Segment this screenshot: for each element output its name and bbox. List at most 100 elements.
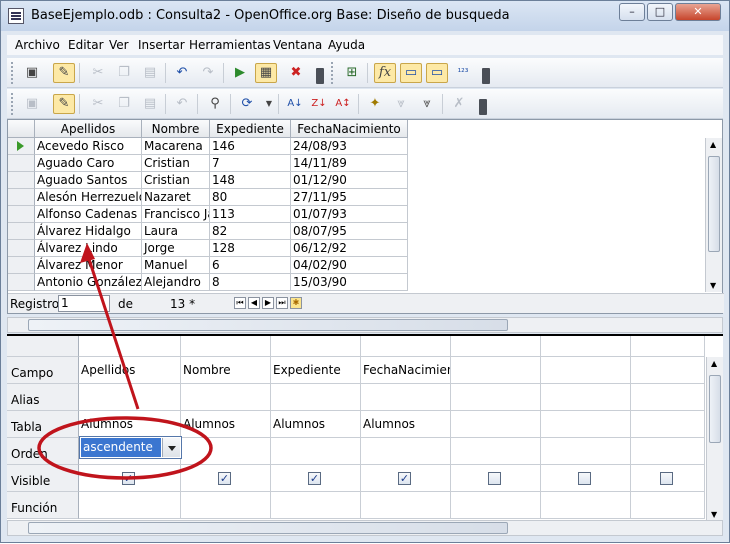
menu-ventana[interactable]: Ventana	[273, 38, 322, 52]
scroll-thumb[interactable]	[708, 156, 720, 252]
design-cell[interactable]	[631, 438, 705, 465]
first-record-icon[interactable]: ⏮	[234, 297, 246, 309]
results-vertical-scrollbar[interactable]: ▲ ▼	[705, 138, 722, 292]
toolbar-more-icon[interactable]	[482, 68, 490, 84]
find-record-icon[interactable]: ⚲	[204, 94, 226, 114]
sort-descending-icon[interactable]: Z↓	[308, 94, 330, 114]
cell-expediente[interactable]: 82	[210, 223, 291, 240]
order-dropdown[interactable]: ascendente	[79, 436, 182, 459]
design-column-header[interactable]	[181, 336, 271, 357]
design-cell[interactable]	[451, 384, 541, 411]
cell-expediente[interactable]: 80	[210, 189, 291, 206]
copy-icon[interactable]: ❐	[113, 94, 135, 114]
design-cell[interactable]	[631, 357, 705, 384]
cell-nombre[interactable]: Nazaret	[142, 189, 210, 206]
cell-fecha[interactable]: 15/03/90	[291, 274, 408, 291]
toolbar-more-icon[interactable]	[479, 99, 487, 115]
cell-nombre[interactable]: Manuel	[142, 257, 210, 274]
design-cell[interactable]	[631, 411, 705, 438]
column-header-nombre[interactable]: Nombre	[142, 120, 210, 138]
design-cell[interactable]	[271, 492, 361, 519]
cut-icon[interactable]: ✂	[87, 94, 109, 114]
toolbar-more-icon[interactable]	[316, 68, 324, 84]
column-header-fechanacimiento[interactable]: FechaNacimiento	[291, 120, 408, 138]
design-cell[interactable]	[451, 492, 541, 519]
design-cell[interactable]	[451, 438, 541, 465]
cell-fecha[interactable]: 27/11/95	[291, 189, 408, 206]
cell-apellidos[interactable]: Álvarez Lindo	[35, 240, 142, 257]
sort-icon[interactable]: A↕	[332, 94, 354, 114]
standard-filter-icon[interactable]: ⩔	[416, 94, 438, 114]
design-column-header[interactable]	[79, 336, 181, 357]
menu-editar[interactable]: Editar	[68, 38, 104, 52]
visible-checkbox[interactable]: ✓	[398, 472, 411, 485]
functions-icon[interactable]: fx	[374, 63, 396, 83]
cell-apellidos[interactable]: Álvarez Menor	[35, 257, 142, 274]
cell-apellidos[interactable]: Álvarez Hidalgo	[35, 223, 142, 240]
results-horizontal-scrollbar[interactable]	[7, 317, 723, 333]
row-header[interactable]	[8, 274, 35, 291]
menu-ver[interactable]: Ver	[109, 38, 129, 52]
undo-icon[interactable]: ↶	[171, 63, 193, 83]
chevron-down-icon[interactable]	[162, 438, 180, 457]
tabla-cell[interactable]: Alumnos	[361, 411, 451, 438]
cell-expediente[interactable]: 146	[210, 138, 291, 155]
record-number-input[interactable]: 1	[58, 295, 110, 312]
edit-mode-icon[interactable]: ✎	[53, 63, 75, 83]
menu-archivo[interactable]: Archivo	[15, 38, 60, 52]
visible-cell[interactable]	[451, 465, 541, 492]
row-header[interactable]	[8, 155, 35, 172]
design-cell[interactable]	[541, 411, 631, 438]
campo-cell[interactable]: Expediente	[271, 357, 361, 384]
design-column-header[interactable]	[451, 336, 541, 357]
cell-fecha[interactable]: 24/08/93	[291, 138, 408, 155]
last-record-icon[interactable]: ⏭	[276, 297, 288, 309]
scroll-down-icon[interactable]: ▼	[711, 510, 717, 519]
cell-nombre[interactable]: Francisco Ja	[142, 206, 210, 223]
save-icon[interactable]: ▣	[21, 63, 43, 83]
alias-icon[interactable]: ▭	[426, 63, 448, 83]
minimize-button[interactable]: –	[619, 3, 645, 21]
tabla-cell[interactable]: Alumnos	[79, 411, 181, 438]
row-header[interactable]	[8, 257, 35, 274]
menu-herramientas[interactable]: Herramientas	[189, 38, 271, 52]
cell-nombre[interactable]: Macarena	[142, 138, 210, 155]
campo-cell[interactable]: FechaNacimient	[361, 357, 451, 384]
row-header[interactable]	[8, 138, 35, 155]
visible-cell[interactable]: ✓	[271, 465, 361, 492]
row-header[interactable]	[8, 189, 35, 206]
cell-nombre[interactable]: Cristian	[142, 155, 210, 172]
table-name-icon[interactable]: ▭	[400, 63, 422, 83]
design-column-header[interactable]	[631, 336, 705, 357]
cell-apellidos[interactable]: Alfonso Cadenas	[35, 206, 142, 223]
design-column-header[interactable]	[271, 336, 361, 357]
scroll-thumb[interactable]	[709, 375, 721, 443]
distinct-values-icon[interactable]: ¹²³	[452, 63, 474, 83]
visible-cell[interactable]	[631, 465, 705, 492]
row-header[interactable]	[8, 240, 35, 257]
clear-query-icon[interactable]: ✖	[285, 63, 307, 83]
visible-cell[interactable]: ✓	[361, 465, 451, 492]
menu-ayuda[interactable]: Ayuda	[328, 38, 365, 52]
undo-icon[interactable]: ↶	[171, 94, 193, 114]
next-record-icon[interactable]: ▶	[262, 297, 274, 309]
scroll-thumb[interactable]	[28, 522, 508, 534]
redo-icon[interactable]: ↷	[197, 63, 219, 83]
cell-apellidos[interactable]: Acevedo Risco	[35, 138, 142, 155]
visible-checkbox[interactable]: ✓	[308, 472, 321, 485]
design-cell[interactable]	[181, 438, 271, 465]
cell-expediente[interactable]: 113	[210, 206, 291, 223]
design-cell[interactable]	[271, 384, 361, 411]
design-cell[interactable]	[451, 411, 541, 438]
cell-nombre[interactable]: Laura	[142, 223, 210, 240]
design-cell[interactable]	[541, 438, 631, 465]
scroll-down-icon[interactable]: ▼	[710, 281, 716, 290]
cell-fecha[interactable]: 01/12/90	[291, 172, 408, 189]
cell-nombre[interactable]: Jorge	[142, 240, 210, 257]
apply-filter-icon[interactable]: ⩔	[390, 94, 412, 114]
cell-fecha[interactable]: 01/07/93	[291, 206, 408, 223]
remove-filter-icon[interactable]: ✗	[448, 94, 470, 114]
autofilter-icon[interactable]: ✦	[364, 94, 386, 114]
design-cell[interactable]	[181, 384, 271, 411]
cell-expediente[interactable]: 6	[210, 257, 291, 274]
